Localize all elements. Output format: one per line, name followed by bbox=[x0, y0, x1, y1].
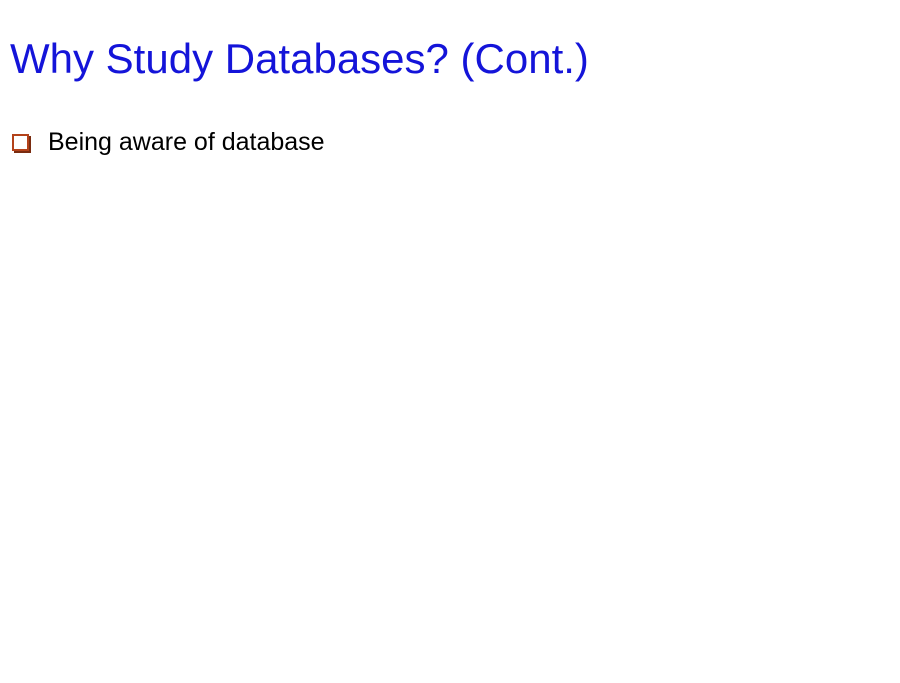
bullet-text: Being aware of database bbox=[48, 128, 325, 156]
slide-title: Why Study Databases? (Cont.) bbox=[10, 35, 589, 82]
bullet-list: Being aware of database bbox=[12, 125, 325, 159]
square-bullet-icon bbox=[12, 133, 29, 151]
slide: Why Study Databases? (Cont.) Being aware… bbox=[0, 0, 900, 683]
bullet-item: Being aware of database bbox=[12, 125, 325, 159]
